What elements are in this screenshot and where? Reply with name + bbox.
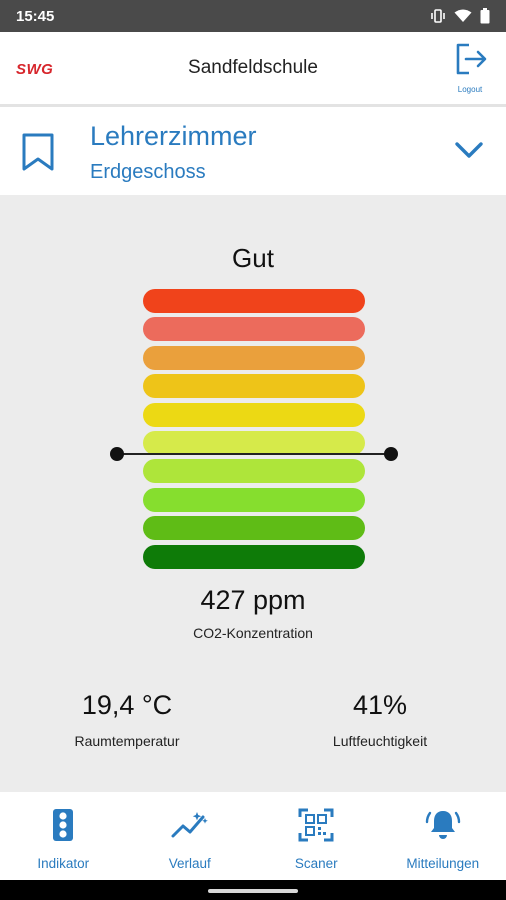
trend-chart-icon (171, 812, 208, 838)
nav-mitteilungen[interactable]: Mitteilungen (380, 792, 506, 880)
co2-scale-bar-4 (143, 374, 365, 399)
bookmark-icon[interactable] (22, 133, 54, 171)
bell-icon (425, 811, 460, 839)
logout-button[interactable]: Logout (452, 42, 488, 94)
air-quality-label: Gut (232, 243, 274, 273)
system-gesture-bar (0, 880, 506, 900)
humidity-stat: 41% Luftfeuchtigkeit (280, 690, 480, 749)
status-bar: 15:45 (0, 0, 506, 32)
co2-color-scale (143, 289, 365, 573)
temperature-stat: 19,4 °C Raumtemperatur (27, 690, 227, 749)
nav-scaner[interactable]: Scaner (253, 792, 380, 880)
qr-scan-icon (298, 808, 334, 842)
humidity-value: 41% (352, 690, 408, 720)
nav-label-indikator: Indikator (37, 856, 90, 871)
temperature-value: 19,4 °C (81, 690, 173, 720)
co2-scale-bar-8 (143, 487, 365, 512)
logout-icon (456, 43, 487, 75)
traffic-light-icon (53, 809, 74, 841)
room-name: Lehrerzimmer (90, 121, 257, 151)
wifi-icon (454, 9, 472, 22)
co2-scale-bar-5 (143, 402, 365, 427)
nav-label-scaner: Scaner (294, 856, 338, 871)
co2-scale-bar-3 (143, 345, 365, 370)
page-title: Sandfeldschule (188, 57, 318, 78)
app-header: SWG Sandfeldschule Logout (0, 32, 506, 104)
co2-scale-bar-2 (143, 317, 365, 342)
bottom-nav: Indikator Verlauf Scaner Mitteilungen (0, 792, 506, 880)
temperature-label: Raumtemperatur (74, 733, 180, 749)
co2-scale-bar-10 (143, 544, 365, 569)
co2-level-marker (110, 446, 398, 462)
battery-icon (480, 8, 490, 24)
nav-label-mitteilungen: Mitteilungen (406, 856, 480, 871)
home-gesture-handle[interactable] (208, 889, 298, 893)
marker-dot-left (110, 446, 124, 461)
co2-scale-bar-1 (143, 289, 365, 313)
room-floor: Erdgeschoss (90, 161, 206, 183)
humidity-label: Luftfeuchtigkeit (332, 733, 428, 749)
nav-verlauf[interactable]: Verlauf (127, 792, 254, 880)
co2-value: 427 ppm (200, 585, 306, 615)
nav-label-verlauf: Verlauf (168, 856, 211, 871)
vibrate-icon (431, 9, 445, 23)
chevron-down-icon[interactable] (454, 141, 484, 159)
status-icons (430, 8, 490, 24)
co2-scale-bar-9 (143, 516, 365, 541)
co2-indicator-panel: Gut 427 ppm CO2-Konzentration 19,4 °C Ra… (0, 195, 506, 792)
co2-scale-bar-7 (143, 459, 365, 484)
marker-dot-right (384, 446, 398, 461)
co2-label: CO2-Konzentration (193, 625, 313, 641)
logout-label: Logout (457, 85, 483, 94)
status-time: 15:45 (16, 7, 55, 25)
nav-indikator[interactable]: Indikator (0, 792, 127, 880)
marker-line (114, 452, 394, 455)
room-selector[interactable]: Lehrerzimmer Erdgeschoss (0, 107, 506, 195)
